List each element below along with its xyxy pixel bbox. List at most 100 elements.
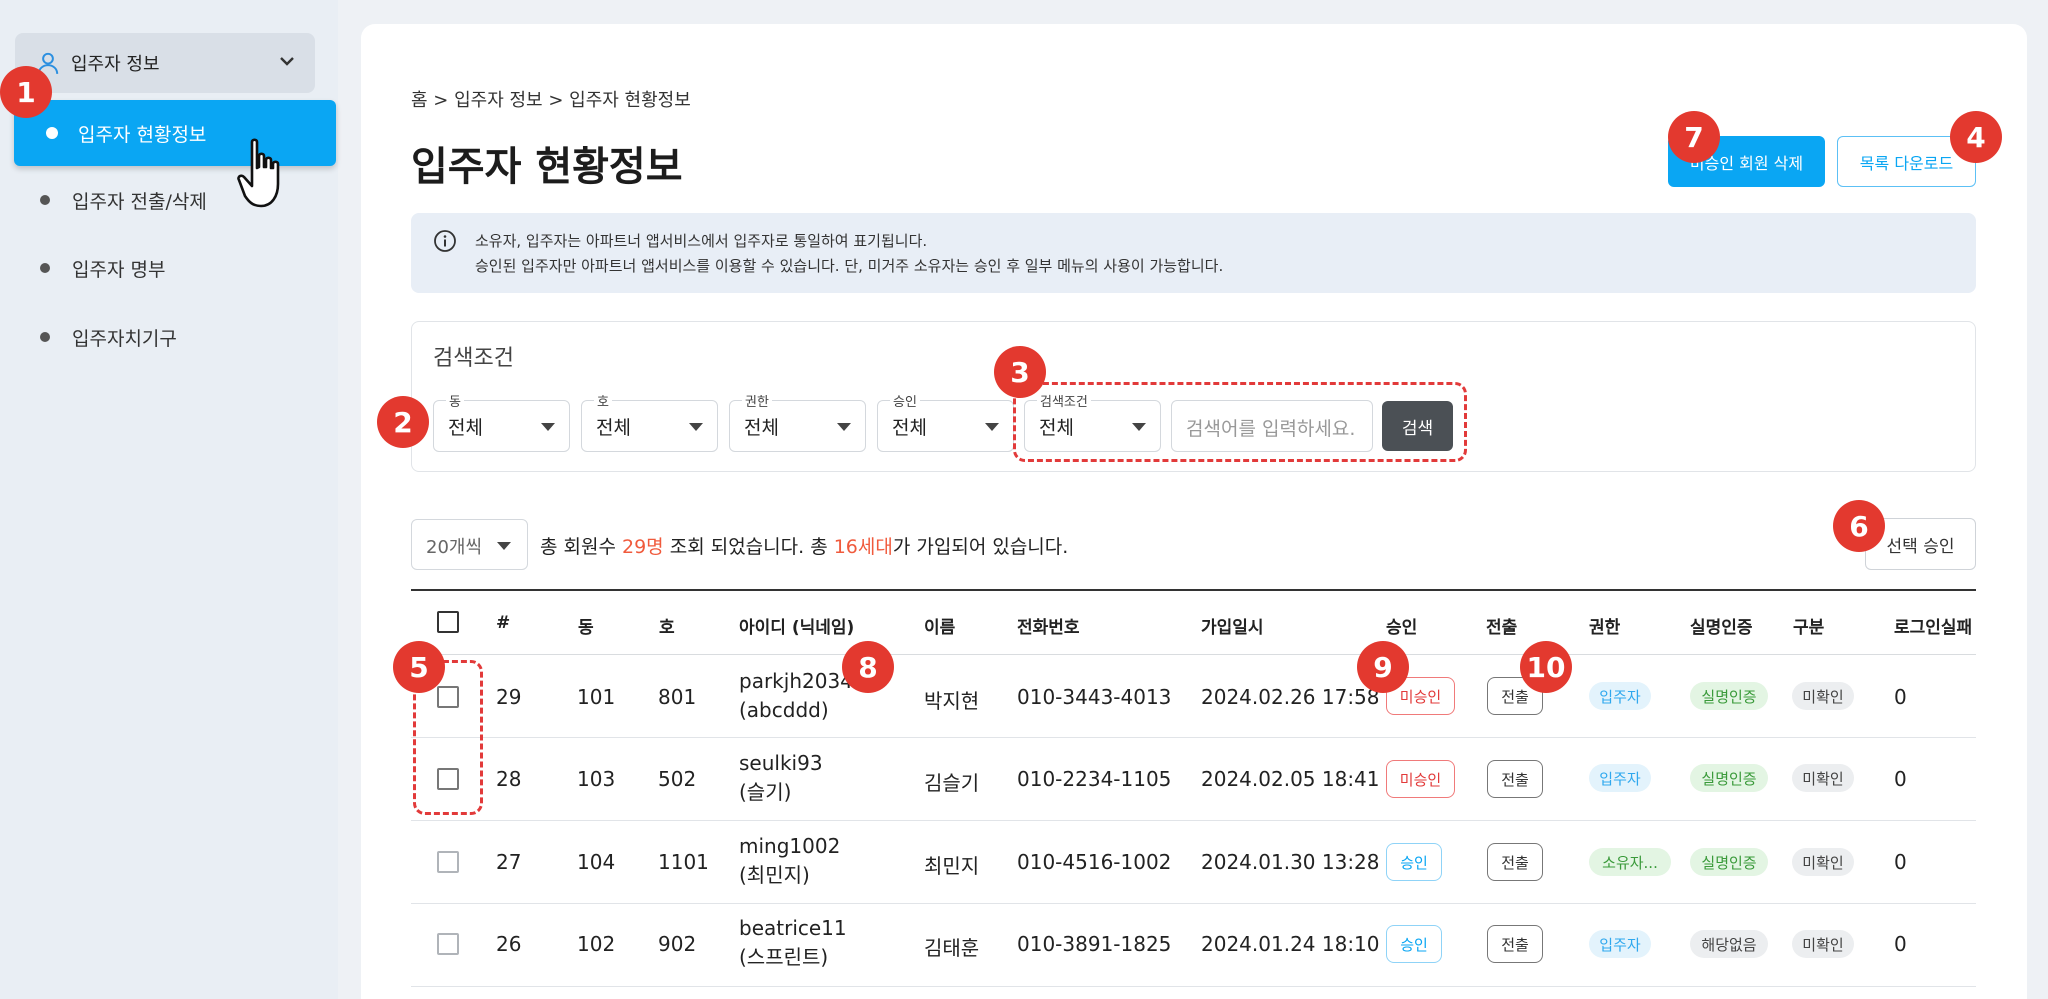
- user-id: beatrice11: [739, 916, 847, 940]
- role-tag: 입주자: [1589, 682, 1651, 710]
- bullet-icon: [40, 195, 50, 205]
- hand-pointer-icon: [237, 138, 280, 208]
- annotation-badge: 10: [1520, 641, 1572, 693]
- sidebar-item-label: 입주자치기구: [72, 327, 177, 350]
- verification-tag: 실명인증: [1690, 764, 1768, 792]
- info-icon: [434, 230, 456, 252]
- row-checkbox[interactable]: [437, 851, 459, 873]
- column-header: 호: [659, 618, 675, 638]
- column-header: 동: [578, 618, 594, 638]
- bullet-icon: [46, 127, 58, 139]
- cell-dong: 104: [577, 850, 616, 874]
- sidebar-item-resident-council[interactable]: 입주자치기구: [40, 322, 177, 352]
- column-header: 로그인실패: [1894, 618, 1973, 638]
- cell-user-id[interactable]: beatrice11 (스프린트): [739, 914, 847, 972]
- cell-dong: 101: [577, 685, 616, 709]
- column-header: 승인: [1386, 618, 1418, 638]
- info-notice: 소유자, 입주자는 아파트너 앱서비스에서 입주자로 통일하여 표기됩니다. 승…: [411, 213, 1976, 293]
- cell-login-fails: 0: [1894, 767, 1907, 791]
- caret-down-icon: [497, 542, 511, 550]
- result-summary: 총 회원수 29명 조회 되었습니다. 총 16세대가 가입되어 있습니다.: [540, 532, 1068, 559]
- cell-number: 26: [496, 932, 522, 956]
- cell-dong: 102: [577, 932, 616, 956]
- type-tag: 미확인: [1792, 848, 1854, 876]
- user-id: seulki93: [739, 751, 823, 775]
- column-header: #: [496, 613, 511, 633]
- nickname: (슬기): [739, 780, 792, 804]
- annotation-badge: 9: [1357, 641, 1409, 693]
- move-out-button[interactable]: 전출: [1487, 925, 1543, 963]
- approval-select[interactable]: 승인 전체: [877, 391, 1014, 452]
- select-label: 호: [594, 391, 612, 410]
- move-out-button[interactable]: 전출: [1487, 760, 1543, 798]
- caret-down-icon: [689, 423, 703, 431]
- sidebar-item-resident-move-out[interactable]: 입주자 전출/삭제: [40, 185, 207, 215]
- household-count: 16세대: [833, 536, 893, 558]
- column-header: 권한: [1589, 618, 1621, 638]
- per-page-select[interactable]: 20개씩: [411, 519, 528, 570]
- approval-button[interactable]: 승인: [1386, 843, 1442, 881]
- cell-joined: 2024.02.26 17:58: [1201, 685, 1380, 709]
- type-tag: 미확인: [1792, 930, 1854, 958]
- role-select[interactable]: 권한 전체: [729, 391, 866, 452]
- sidebar-item-label: 입주자 명부: [72, 258, 166, 281]
- annotation-badge: 5: [393, 641, 445, 693]
- cell-phone: 010-4516-1002: [1017, 850, 1172, 874]
- annotation-badge: 6: [1833, 500, 1885, 552]
- caret-down-icon: [985, 423, 999, 431]
- type-tag: 미확인: [1792, 764, 1854, 792]
- select-all-checkbox[interactable]: [437, 611, 459, 633]
- chevron-down-icon[interactable]: [277, 51, 297, 71]
- cell-number: 29: [496, 685, 522, 709]
- cell-user-id[interactable]: seulki93 (슬기): [739, 749, 823, 807]
- summary-text: 조회 되었습니다. 총: [663, 536, 834, 558]
- column-header: 가입일시: [1201, 618, 1264, 638]
- cell-phone: 010-2234-1105: [1017, 767, 1172, 791]
- cell-user-id[interactable]: ming1002 (최민지): [739, 832, 840, 890]
- move-out-button[interactable]: 전출: [1487, 843, 1543, 881]
- approval-button[interactable]: 승인: [1386, 925, 1442, 963]
- nickname: (abcddd): [739, 698, 829, 722]
- search-conditions-title: 검색조건: [433, 346, 514, 371]
- cell-joined: 2024.01.24 18:10: [1201, 932, 1380, 956]
- dong-select[interactable]: 동 전체: [433, 391, 570, 452]
- annotation-badge: 1: [0, 66, 52, 118]
- verification-tag: 실명인증: [1690, 848, 1768, 876]
- sidebar-item-resident-roster[interactable]: 입주자 명부: [40, 253, 165, 283]
- cell-name: 박지현: [924, 689, 980, 713]
- select-value: 전체: [744, 417, 779, 439]
- column-header: 이름: [924, 618, 956, 638]
- caret-down-icon: [541, 423, 555, 431]
- bullet-icon: [40, 263, 50, 273]
- annotation-badge: 7: [1668, 111, 1720, 163]
- cell-name: 김슬기: [924, 771, 980, 795]
- breadcrumb: 홈 > 입주자 정보 > 입주자 현황정보: [411, 90, 691, 111]
- summary-text: 총 회원수: [540, 536, 622, 558]
- cell-joined: 2024.01.30 13:28: [1201, 850, 1380, 874]
- column-header: 전화번호: [1017, 618, 1080, 638]
- sidebar-item-label: 입주자 현황정보: [78, 123, 207, 146]
- column-header: 실명인증: [1690, 618, 1753, 638]
- column-header: 아이디 (닉네임): [739, 618, 855, 638]
- type-tag: 미확인: [1792, 682, 1854, 710]
- verification-tag: 해당없음: [1690, 930, 1768, 958]
- annotation-badge: 4: [1950, 111, 2002, 163]
- cell-login-fails: 0: [1894, 932, 1907, 956]
- nickname: (최민지): [739, 863, 810, 887]
- approval-button[interactable]: 미승인: [1386, 760, 1455, 798]
- sidebar-group-resident-info[interactable]: 입주자 정보: [15, 33, 315, 93]
- cell-dong: 103: [577, 767, 616, 791]
- annotation-badge: 3: [994, 346, 1046, 398]
- user-id: ming1002: [739, 834, 841, 858]
- ho-select[interactable]: 호 전체: [581, 391, 718, 452]
- cell-number: 27: [496, 850, 522, 874]
- nickname: (스프린트): [739, 945, 829, 969]
- cell-name: 김태훈: [924, 936, 980, 960]
- cell-login-fails: 0: [1894, 685, 1907, 709]
- row-checkbox[interactable]: [437, 933, 459, 955]
- bullet-icon: [40, 332, 50, 342]
- highlight-box-search: [1013, 382, 1467, 462]
- select-value: 20개씩: [426, 537, 483, 558]
- cell-user-id[interactable]: parkjh2034 (abcddd): [739, 667, 853, 725]
- select-value: 전체: [892, 417, 927, 439]
